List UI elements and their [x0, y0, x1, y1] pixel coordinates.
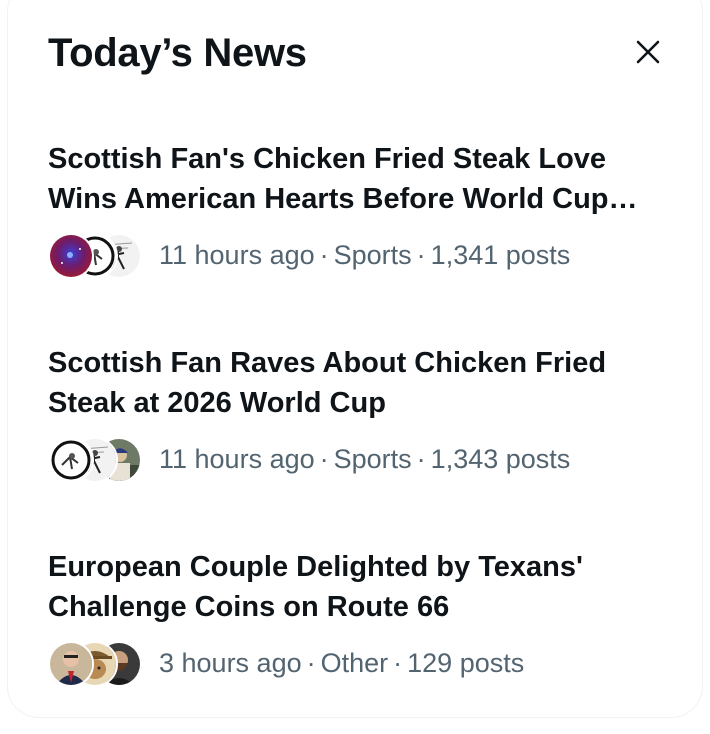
meta-separator: ·: [416, 240, 426, 270]
news-item[interactable]: European Couple Delighted by Texans' Cha…: [48, 547, 678, 687]
news-category: Other: [320, 648, 389, 678]
news-time: 3 hours ago: [159, 648, 302, 678]
avatar-galaxy-icon: [48, 233, 94, 279]
news-post-count: 1,343 posts: [430, 444, 571, 474]
news-category: Sports: [333, 444, 412, 474]
avatar-group: [48, 435, 142, 483]
close-icon: [635, 39, 661, 65]
meta-separator: ·: [319, 240, 329, 270]
news-meta-text: 11 hours ago · Sports · 1,343 posts: [159, 443, 570, 475]
avatar-cartoon-bug-icon: [48, 437, 94, 483]
meta-separator: ·: [306, 648, 316, 678]
news-headline: European Couple Delighted by Texans' Cha…: [48, 551, 583, 623]
news-meta: 11 hours ago · Sports · 1,341 posts: [48, 231, 678, 279]
meta-separator: ·: [319, 444, 329, 474]
news-meta-text: 11 hours ago · Sports · 1,341 posts: [159, 239, 570, 271]
news-item[interactable]: Scottish Fan's Chicken Fried Steak Love …: [48, 139, 678, 279]
meta-separator: ·: [416, 444, 426, 474]
news-meta: 3 hours ago · Other · 129 posts: [48, 639, 678, 687]
avatar-group: [48, 639, 142, 687]
news-post-count: 1,341 posts: [430, 240, 571, 270]
close-button[interactable]: [620, 27, 676, 77]
avatar-group: [48, 231, 142, 279]
news-post-count: 129 posts: [407, 648, 525, 678]
news-time: 11 hours ago: [159, 240, 315, 270]
meta-separator: ·: [393, 648, 403, 678]
panel-title: Today’s News: [48, 31, 307, 75]
news-headline: Scottish Fan's Chicken Fried Steak Love …: [48, 143, 609, 215]
news-category: Sports: [333, 240, 412, 270]
todays-news-panel: Today’s News Scottish Fan's Chicken Frie…: [7, 0, 703, 718]
news-item[interactable]: Scottish Fan Raves About Chicken Fried S…: [48, 343, 678, 483]
news-meta-text: 3 hours ago · Other · 129 posts: [159, 647, 524, 679]
avatar-man-suit-icon: [48, 641, 94, 687]
news-time: 11 hours ago: [159, 444, 315, 474]
news-meta: 11 hours ago · Sports · 1,343 posts: [48, 435, 678, 483]
news-headline: Scottish Fan Raves About Chicken Fried S…: [48, 347, 607, 419]
